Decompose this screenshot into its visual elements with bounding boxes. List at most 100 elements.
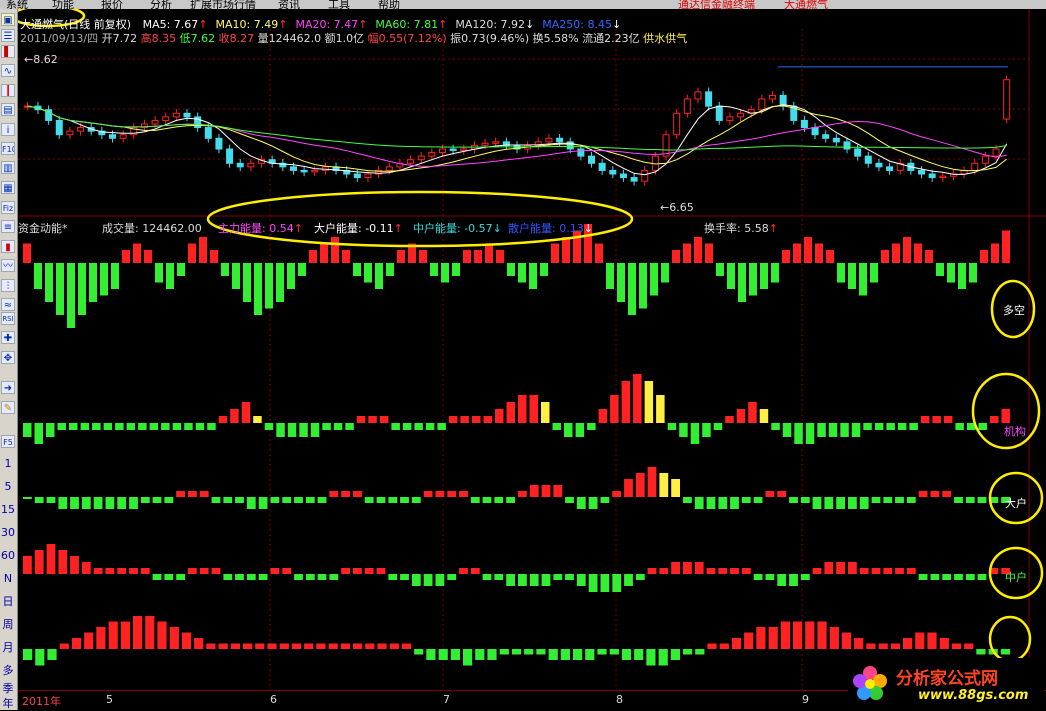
dahu-bar <box>105 497 115 509</box>
zhonghu-bar <box>470 568 480 574</box>
jigou-bar <box>725 416 734 423</box>
menu-help[interactable]: 帮助 <box>378 0 400 9</box>
period-60min[interactable]: 60 <box>0 549 16 563</box>
dahu-bar <box>694 497 704 509</box>
jigou-bar <box>345 423 354 430</box>
menu-analysis[interactable]: 分析 <box>150 0 172 9</box>
menu-system[interactable]: 系统 <box>6 0 28 9</box>
volume-icon[interactable]: ▮ <box>1 240 15 253</box>
period-5min[interactable]: 5 <box>0 480 16 494</box>
sanhu-bar <box>340 643 350 649</box>
quote-list-icon[interactable]: ☰ <box>1 29 15 42</box>
wave-icon[interactable]: ≈ <box>1 298 15 311</box>
candle-body <box>758 98 766 111</box>
dahu-bar <box>329 491 339 497</box>
dahu-bar <box>977 497 987 503</box>
dahu-bar <box>282 497 292 503</box>
line-chart-icon[interactable]: ∿ <box>1 64 15 77</box>
sanhu-bar <box>915 632 925 649</box>
list-icon[interactable]: ≡ <box>1 220 15 233</box>
duokong-bar <box>848 263 856 289</box>
zhonghu-bar <box>93 568 103 574</box>
period-n[interactable]: N <box>0 572 16 586</box>
duokong-bar <box>210 250 218 263</box>
period-day[interactable]: 日 <box>0 595 16 609</box>
dahu-bar <box>341 491 350 497</box>
f10-icon[interactable]: F10 <box>1 142 15 155</box>
quote-low: 低7.62 <box>179 32 216 45</box>
period-1min[interactable]: 1 <box>0 457 16 471</box>
duokong-bar <box>914 243 922 263</box>
sanhu-bar <box>793 621 803 649</box>
axis-year: 2011年 <box>22 695 61 708</box>
dahu-bar <box>400 497 409 503</box>
chart-area[interactable]: 大通燃气(日线 前复权) MA5: 7.67↑ MA10: 7.49↑ MA20: … <box>18 9 1046 690</box>
f5-icon[interactable]: F5 <box>1 435 15 448</box>
jigou-bar <box>69 423 78 430</box>
period-30min[interactable]: 30 <box>0 526 16 540</box>
duokong-bar <box>122 250 130 263</box>
info-icon[interactable]: i <box>1 123 15 136</box>
period-quarter[interactable]: 季 <box>0 682 16 696</box>
grid-icon[interactable]: ▦ <box>1 181 15 194</box>
jigou-bar <box>57 423 66 430</box>
zhonghu-bar <box>800 574 810 580</box>
candle-icon[interactable]: ┃ <box>1 84 15 97</box>
candle-body <box>364 173 372 179</box>
macd-icon[interactable]: ⫶ <box>1 279 15 292</box>
chart-window-icon[interactable]: ▣ <box>1 13 15 26</box>
move-icon[interactable]: ✥ <box>1 351 15 364</box>
zhonghu-bar <box>718 568 728 574</box>
jigou-bar <box>34 423 43 444</box>
period-15min[interactable]: 15 <box>0 503 16 517</box>
table-icon[interactable]: ▤ <box>1 103 15 116</box>
dahu-bar <box>930 491 940 497</box>
zhonghu-bar <box>824 562 834 574</box>
period-month[interactable]: 月 <box>0 641 16 655</box>
kdj-icon[interactable]: 〰 <box>1 259 15 272</box>
cross-icon[interactable]: ✚ <box>1 331 15 344</box>
menu-function[interactable]: 功能 <box>52 0 74 9</box>
dahu-bar <box>459 491 468 497</box>
export-icon[interactable]: ➜ <box>1 381 15 394</box>
menu-news[interactable]: 资讯 <box>278 0 300 9</box>
zhonghu-bar <box>541 574 551 586</box>
menu-extended-market[interactable]: 扩展市场行情 <box>190 0 256 9</box>
menu-quote[interactable]: 报价 <box>101 0 123 9</box>
zhonghu-bar <box>494 574 504 580</box>
zhonghu-bar <box>270 568 280 574</box>
menu-tools[interactable]: 工具 <box>328 0 350 9</box>
duokong-bar <box>331 237 339 263</box>
sanhu-bar <box>560 649 570 660</box>
period-year[interactable]: 年 <box>0 697 16 711</box>
indicator-main-energy: 主力能量: 0.54↑ <box>218 222 303 235</box>
duokong-bar <box>320 243 328 263</box>
sanhu-bar <box>365 643 375 649</box>
duokong-bar <box>265 263 273 309</box>
dahu-bar <box>671 479 680 497</box>
jigou-bar <box>541 402 550 423</box>
candle-body <box>737 112 745 118</box>
candle-body <box>694 91 702 100</box>
fiz-icon[interactable]: Fiz <box>1 201 15 214</box>
dahu-bar <box>553 485 563 497</box>
sanhu-bar <box>255 643 265 649</box>
bar-icon[interactable]: ▥ <box>1 161 15 174</box>
period-week[interactable]: 周 <box>0 618 16 632</box>
jigou-bar <box>80 423 90 430</box>
dahu-bar <box>23 497 32 499</box>
jigou-bar <box>598 409 608 423</box>
pencil-icon[interactable]: ✎ <box>1 401 15 414</box>
duokong-bar <box>430 263 438 276</box>
candle-body <box>385 166 393 171</box>
candle-body <box>428 152 436 157</box>
zhonghu-bar <box>46 544 56 574</box>
jigou-bar <box>253 416 262 423</box>
sanhu-bar <box>964 643 974 649</box>
sanhu-bar <box>401 643 412 649</box>
sanhu-bar <box>230 643 240 649</box>
period-multi[interactable]: 多 <box>0 664 16 678</box>
kline-icon[interactable]: ▌ <box>1 45 15 58</box>
zhonghu-bar <box>671 562 680 574</box>
rsi-icon[interactable]: RSI <box>1 312 15 325</box>
